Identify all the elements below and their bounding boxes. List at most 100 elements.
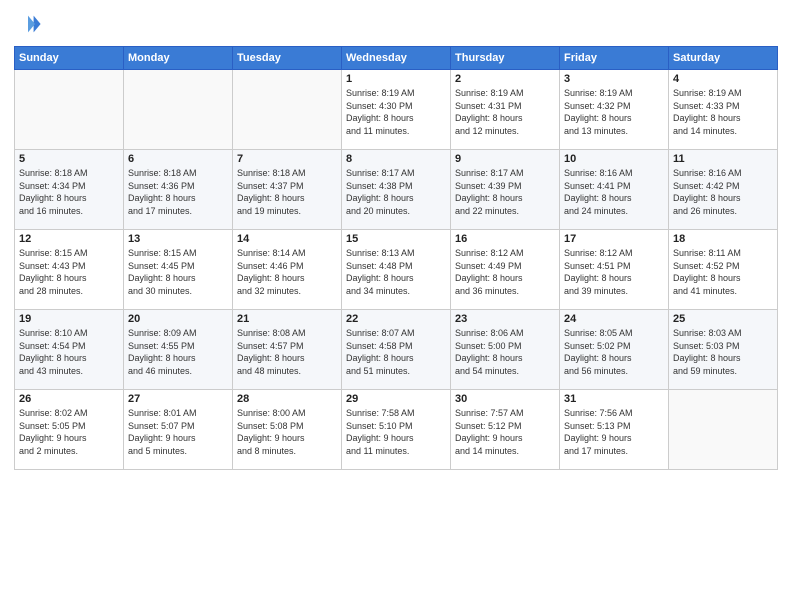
cell-info: and 46 minutes. (128, 365, 228, 378)
cell-info: Sunrise: 8:06 AM (455, 327, 555, 340)
cell-info: Sunset: 5:08 PM (237, 420, 337, 433)
cell-info: Daylight: 8 hours (128, 192, 228, 205)
calendar-cell: 15Sunrise: 8:13 AMSunset: 4:48 PMDayligh… (342, 230, 451, 310)
cell-info: and 11 minutes. (346, 445, 446, 458)
calendar-cell (669, 390, 778, 470)
day-number: 8 (346, 153, 446, 165)
cell-info: Sunset: 4:37 PM (237, 180, 337, 193)
logo (14, 10, 46, 38)
day-number: 14 (237, 233, 337, 245)
cell-info: and 32 minutes. (237, 285, 337, 298)
cell-info: Sunrise: 8:11 AM (673, 247, 773, 260)
cell-info: Daylight: 8 hours (673, 272, 773, 285)
cell-info: Sunset: 4:58 PM (346, 340, 446, 353)
calendar-cell (233, 70, 342, 150)
day-number: 1 (346, 73, 446, 85)
day-number: 25 (673, 313, 773, 325)
cell-info: and 56 minutes. (564, 365, 664, 378)
cell-info: and 26 minutes. (673, 205, 773, 218)
cell-info: and 34 minutes. (346, 285, 446, 298)
day-number: 6 (128, 153, 228, 165)
day-number: 18 (673, 233, 773, 245)
cell-info: Sunrise: 7:56 AM (564, 407, 664, 420)
cell-info: Daylight: 9 hours (346, 432, 446, 445)
cell-info: Sunset: 5:00 PM (455, 340, 555, 353)
day-number: 23 (455, 313, 555, 325)
cell-info: Sunset: 4:39 PM (455, 180, 555, 193)
day-number: 3 (564, 73, 664, 85)
calendar-cell: 19Sunrise: 8:10 AMSunset: 4:54 PMDayligh… (15, 310, 124, 390)
cell-info: Sunset: 5:03 PM (673, 340, 773, 353)
cell-info: Sunrise: 8:08 AM (237, 327, 337, 340)
cell-info: Daylight: 9 hours (128, 432, 228, 445)
cell-info: Daylight: 8 hours (455, 352, 555, 365)
cell-info: Sunrise: 8:10 AM (19, 327, 119, 340)
cell-info: and 39 minutes. (564, 285, 664, 298)
cell-info: Sunrise: 8:05 AM (564, 327, 664, 340)
cell-info: Daylight: 9 hours (564, 432, 664, 445)
cell-info: Sunset: 4:48 PM (346, 260, 446, 273)
cell-info: and 2 minutes. (19, 445, 119, 458)
cell-info: Sunset: 4:49 PM (455, 260, 555, 273)
calendar-cell: 22Sunrise: 8:07 AMSunset: 4:58 PMDayligh… (342, 310, 451, 390)
calendar-cell: 3Sunrise: 8:19 AMSunset: 4:32 PMDaylight… (560, 70, 669, 150)
calendar-cell: 6Sunrise: 8:18 AMSunset: 4:36 PMDaylight… (124, 150, 233, 230)
cell-info: Daylight: 8 hours (346, 272, 446, 285)
day-number: 24 (564, 313, 664, 325)
cell-info: Daylight: 8 hours (455, 192, 555, 205)
cell-info: Sunrise: 8:19 AM (455, 87, 555, 100)
cell-info: Sunrise: 8:18 AM (237, 167, 337, 180)
cell-info: Sunrise: 7:58 AM (346, 407, 446, 420)
calendar-cell: 17Sunrise: 8:12 AMSunset: 4:51 PMDayligh… (560, 230, 669, 310)
cell-info: Daylight: 9 hours (455, 432, 555, 445)
cell-info: Sunset: 5:10 PM (346, 420, 446, 433)
calendar-cell: 16Sunrise: 8:12 AMSunset: 4:49 PMDayligh… (451, 230, 560, 310)
day-number: 28 (237, 393, 337, 405)
cell-info: Sunset: 4:42 PM (673, 180, 773, 193)
header (14, 10, 778, 38)
header-cell-monday: Monday (124, 47, 233, 70)
day-number: 20 (128, 313, 228, 325)
cell-info: Sunset: 4:32 PM (564, 100, 664, 113)
cell-info: and 24 minutes. (564, 205, 664, 218)
header-cell-saturday: Saturday (669, 47, 778, 70)
cell-info: and 12 minutes. (455, 125, 555, 138)
week-row-5: 26Sunrise: 8:02 AMSunset: 5:05 PMDayligh… (15, 390, 778, 470)
cell-info: Sunset: 5:13 PM (564, 420, 664, 433)
day-number: 4 (673, 73, 773, 85)
cell-info: Sunrise: 8:01 AM (128, 407, 228, 420)
calendar-cell: 4Sunrise: 8:19 AMSunset: 4:33 PMDaylight… (669, 70, 778, 150)
cell-info: Sunrise: 8:15 AM (128, 247, 228, 260)
cell-info: Sunrise: 8:07 AM (346, 327, 446, 340)
cell-info: Sunrise: 8:18 AM (128, 167, 228, 180)
calendar-body: 1Sunrise: 8:19 AMSunset: 4:30 PMDaylight… (15, 70, 778, 470)
calendar-cell: 21Sunrise: 8:08 AMSunset: 4:57 PMDayligh… (233, 310, 342, 390)
cell-info: Sunrise: 8:19 AM (564, 87, 664, 100)
cell-info: Daylight: 8 hours (128, 352, 228, 365)
cell-info: and 51 minutes. (346, 365, 446, 378)
cell-info: Daylight: 8 hours (564, 272, 664, 285)
calendar-cell: 29Sunrise: 7:58 AMSunset: 5:10 PMDayligh… (342, 390, 451, 470)
cell-info: Daylight: 8 hours (673, 352, 773, 365)
cell-info: Sunrise: 8:12 AM (455, 247, 555, 260)
cell-info: Sunrise: 8:03 AM (673, 327, 773, 340)
day-number: 12 (19, 233, 119, 245)
week-row-3: 12 Sunrise: 8:15 AM Sunset: 4:43 PM Dayligh… (15, 230, 778, 310)
header-cell-tuesday: Tuesday (233, 47, 342, 70)
cell-info: and 8 minutes. (237, 445, 337, 458)
cell-info: Sunset: 4:43 PM (19, 260, 119, 273)
day-number: 11 (673, 153, 773, 165)
cell-info: and 43 minutes. (19, 365, 119, 378)
cell-info: Sunset: 4:52 PM (673, 260, 773, 273)
cell-info: and 14 minutes. (455, 445, 555, 458)
calendar-cell: 8Sunrise: 8:17 AMSunset: 4:38 PMDaylight… (342, 150, 451, 230)
calendar-header: SundayMondayTuesdayWednesdayThursdayFrid… (15, 47, 778, 70)
day-number: 16 (455, 233, 555, 245)
cell-info: Sunrise: 8:16 AM (564, 167, 664, 180)
day-number: 17 (564, 233, 664, 245)
day-number: 31 (564, 393, 664, 405)
calendar-cell (15, 70, 124, 150)
page: SundayMondayTuesdayWednesdayThursdayFrid… (0, 0, 792, 612)
cell-info: Sunset: 4:55 PM (128, 340, 228, 353)
calendar-cell: 10Sunrise: 8:16 AMSunset: 4:41 PMDayligh… (560, 150, 669, 230)
